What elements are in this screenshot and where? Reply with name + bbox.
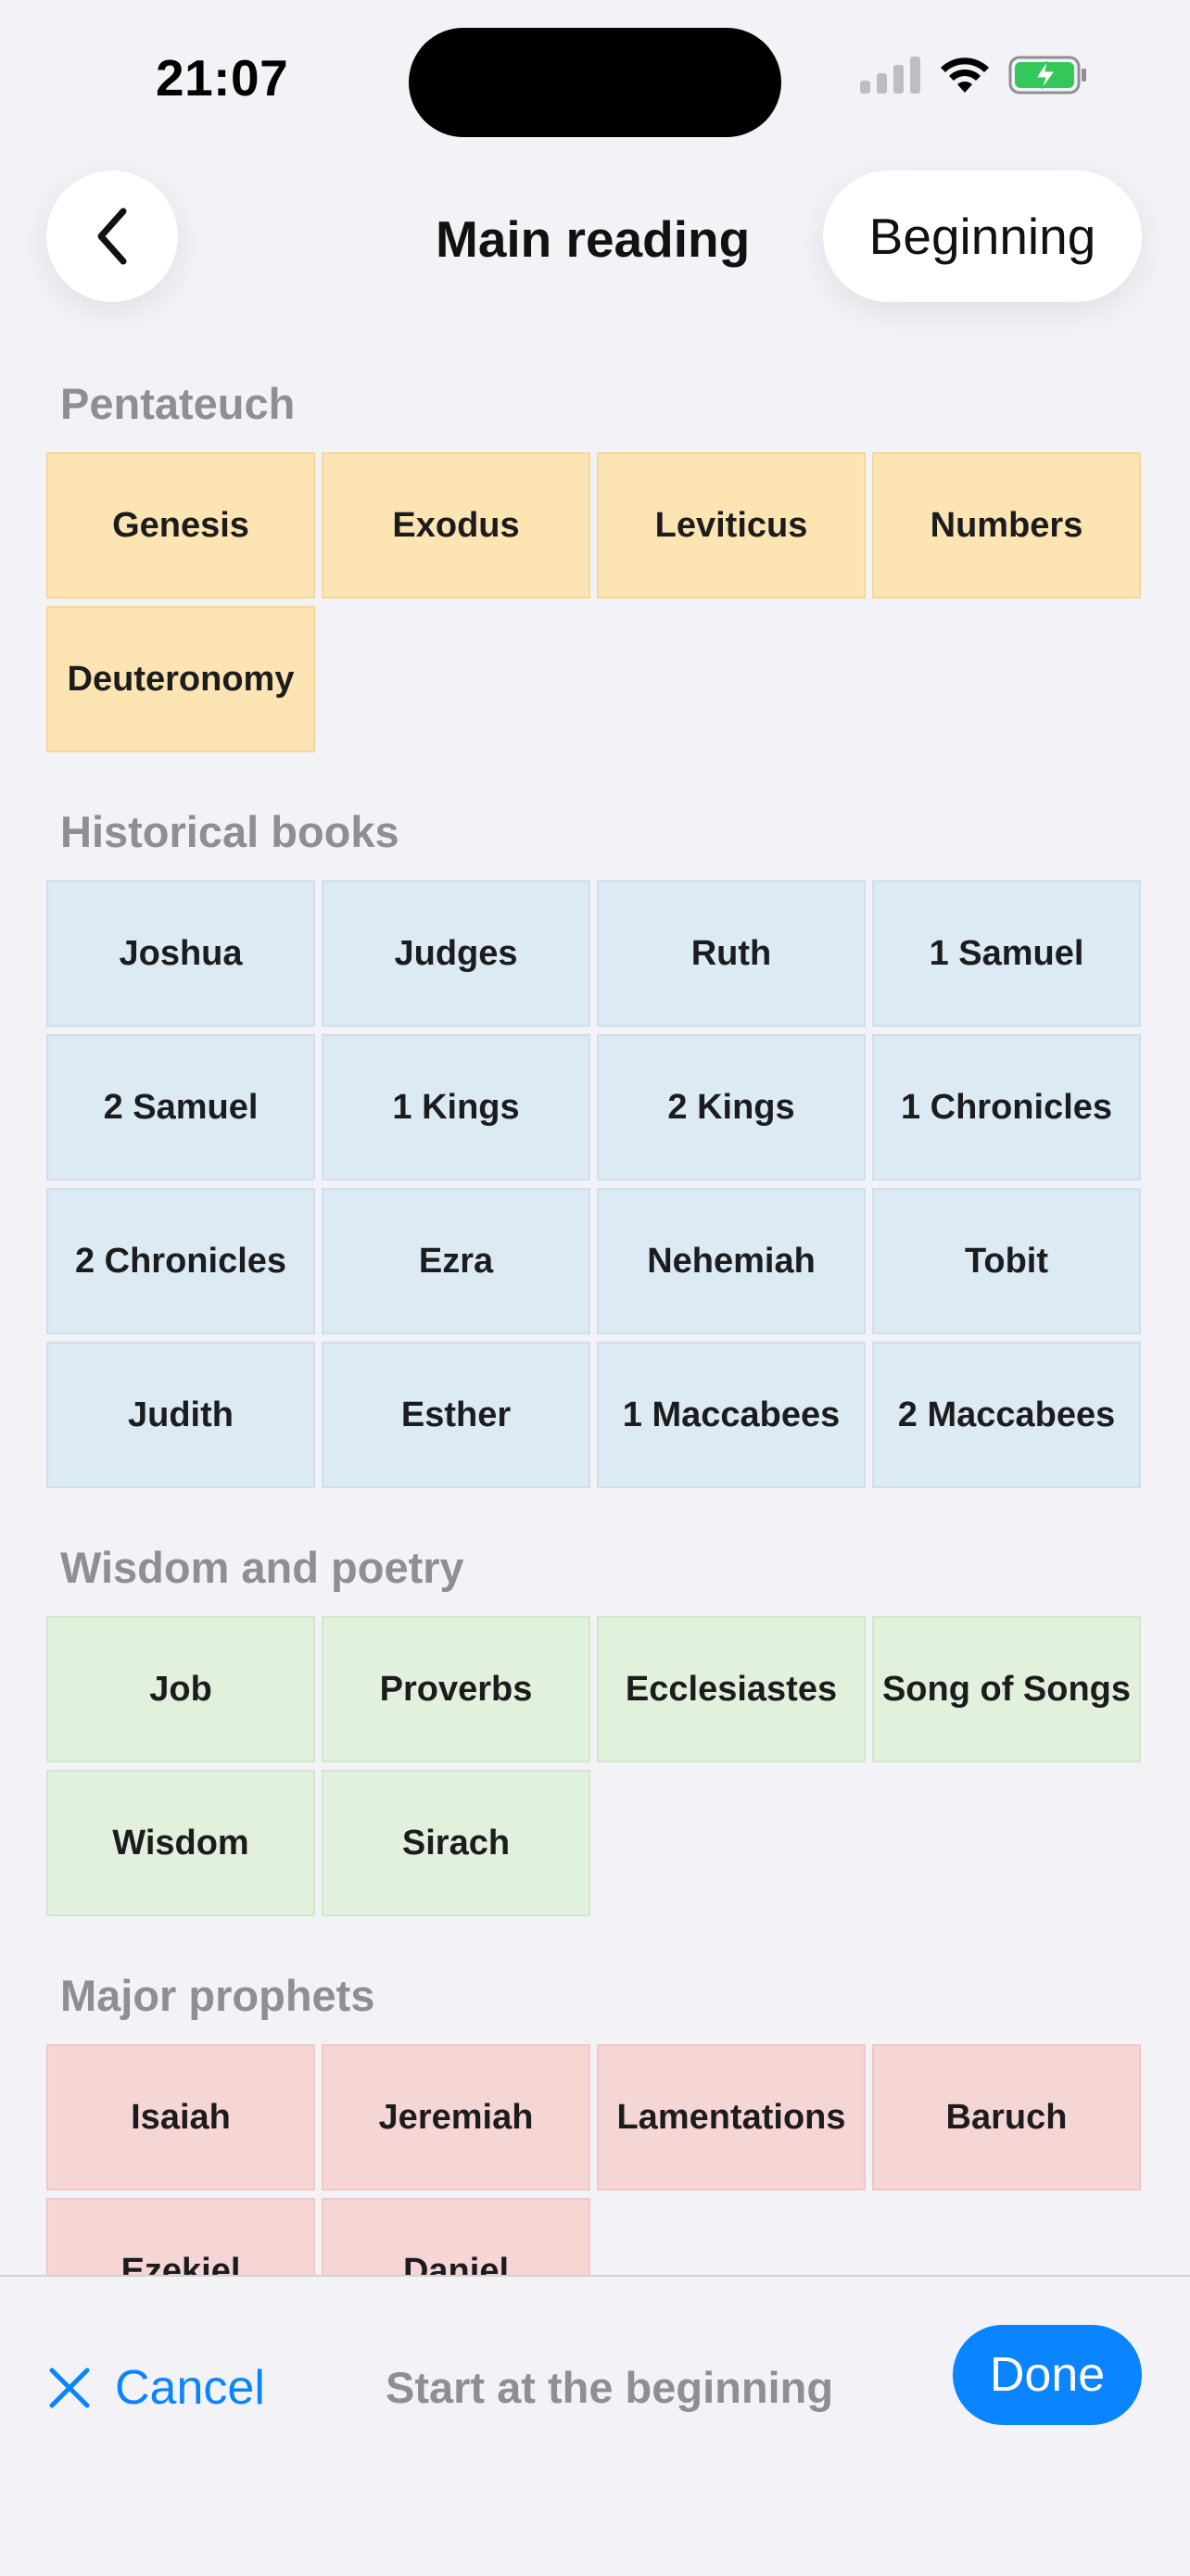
book-cell[interactable]: 2 Samuel [46, 1034, 315, 1181]
book-cell[interactable]: 1 Samuel [872, 880, 1141, 1027]
book-cell[interactable]: Joshua [46, 880, 315, 1027]
section-wisdom-and-poetry: Wisdom and poetry Job Proverbs Ecclesias… [0, 1534, 1190, 1916]
beginning-button[interactable]: Beginning [823, 170, 1142, 302]
section-title: Wisdom and poetry [60, 1543, 464, 1592]
section-title: Pentateuch [60, 379, 296, 428]
book-cell[interactable]: 2 Kings [597, 1034, 866, 1181]
status-bar: 21:07 [0, 0, 1190, 148]
book-cell[interactable]: Ezra [322, 1188, 590, 1334]
section-historical-books: Historical books Joshua Judges Ruth 1 Sa… [0, 799, 1190, 1488]
book-grid: Joshua Judges Ruth 1 Samuel 2 Samuel 1 K… [46, 880, 1144, 1488]
book-cell[interactable]: Lamentations [597, 2044, 866, 2191]
wifi-icon [941, 57, 989, 93]
cancel-button[interactable]: Cancel [48, 2332, 265, 2443]
book-grid: Isaiah Jeremiah Lamentations Baruch Ezek… [46, 2044, 1144, 2275]
section-major-prophets: Major prophets Isaiah Jeremiah Lamentati… [0, 1963, 1190, 2275]
book-cell[interactable]: 1 Maccabees [597, 1342, 866, 1488]
book-cell[interactable]: Daniel [322, 2198, 590, 2275]
book-list[interactable]: Pentateuch Genesis Exodus Leviticus Numb… [0, 371, 1190, 2275]
book-cell[interactable]: Wisdom [46, 1770, 315, 1916]
book-cell[interactable]: Judith [46, 1342, 315, 1488]
done-button[interactable]: Done [953, 2325, 1142, 2425]
section-title: Major prophets [60, 1971, 375, 2020]
book-cell[interactable]: 2 Maccabees [872, 1342, 1141, 1488]
book-cell[interactable]: Proverbs [322, 1616, 590, 1762]
book-cell[interactable]: Deuteronomy [46, 606, 315, 752]
book-grid: Genesis Exodus Leviticus Numbers Deutero… [46, 452, 1144, 752]
book-cell[interactable]: Genesis [46, 452, 315, 599]
book-cell[interactable]: Jeremiah [322, 2044, 590, 2191]
book-cell[interactable]: Isaiah [46, 2044, 315, 2191]
book-grid: Job Proverbs Ecclesiastes Song of Songs … [46, 1616, 1144, 1916]
book-cell[interactable]: 1 Kings [322, 1034, 590, 1181]
book-cell[interactable]: 2 Chronicles [46, 1188, 315, 1334]
chevron-left-icon [97, 208, 127, 265]
close-icon [49, 2368, 90, 2408]
section-pentateuch: Pentateuch Genesis Exodus Leviticus Numb… [0, 371, 1190, 752]
bottom-toolbar: Cancel Start at the beginning Done [0, 2275, 1190, 2576]
book-cell[interactable]: Tobit [872, 1188, 1141, 1334]
book-cell[interactable]: Nehemiah [597, 1188, 866, 1334]
battery-charging-icon [1008, 56, 1086, 95]
book-cell[interactable]: Numbers [872, 452, 1141, 599]
selection-status: Start at the beginning [386, 2363, 834, 2412]
book-cell[interactable]: Sirach [322, 1770, 590, 1916]
cellular-signal-icon [860, 57, 920, 94]
status-time: 21:07 [156, 49, 289, 107]
section-title: Historical books [60, 807, 399, 856]
book-cell[interactable]: Ecclesiastes [597, 1616, 866, 1762]
page-title: Main reading [436, 210, 751, 268]
book-cell[interactable]: Leviticus [597, 452, 866, 599]
status-icons [860, 56, 1088, 95]
book-cell[interactable]: 1 Chronicles [872, 1034, 1141, 1181]
book-cell[interactable]: Baruch [872, 2044, 1141, 2191]
book-cell[interactable]: Exodus [322, 452, 590, 599]
navigation-header: Main reading Beginning [0, 167, 1190, 304]
book-cell[interactable]: Song of Songs [872, 1616, 1141, 1762]
cancel-label: Cancel [115, 2361, 265, 2415]
back-button[interactable] [46, 170, 178, 302]
dynamic-island [409, 28, 781, 137]
book-cell[interactable]: Job [46, 1616, 315, 1762]
book-cell[interactable]: Ezekiel [46, 2198, 315, 2275]
book-cell[interactable]: Esther [322, 1342, 590, 1488]
book-cell[interactable]: Judges [322, 880, 590, 1027]
book-cell[interactable]: Ruth [597, 880, 866, 1027]
